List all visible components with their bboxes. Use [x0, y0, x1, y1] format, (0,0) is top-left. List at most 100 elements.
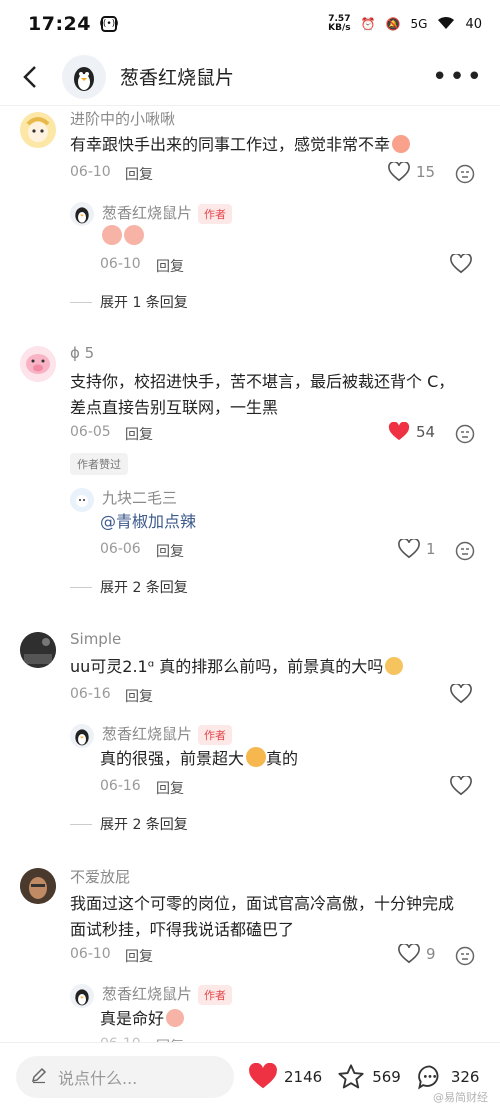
- status-bar: 17:24 ((•)) 7.57 KB/s ⏰ 🔕 5G 40: [0, 0, 500, 48]
- pen-icon: [30, 1066, 48, 1088]
- page-title[interactable]: 葱香红烧鼠片: [120, 63, 234, 90]
- heart-icon: [450, 254, 472, 274]
- mute-icon: 🔕: [385, 17, 401, 31]
- emoji-icon: [392, 135, 411, 153]
- reply-username[interactable]: 九块二毛三: [102, 487, 177, 508]
- like-count: 1: [426, 540, 436, 558]
- status-time: 17:24: [28, 13, 91, 35]
- comment-input-placeholder: 说点什么...: [58, 1069, 138, 1088]
- comments-button[interactable]: 326: [415, 1063, 480, 1091]
- back-icon[interactable]: [16, 63, 44, 91]
- reply-text: 真是命好: [100, 1006, 185, 1032]
- alarm-icon: ⏰: [360, 17, 376, 31]
- header: 葱香红烧鼠片 •••: [0, 48, 500, 106]
- app-notification-icon: ((•)): [99, 16, 119, 32]
- reply-username[interactable]: 葱香红烧鼠片 作者: [102, 202, 233, 224]
- comment-username[interactable]: Simple: [70, 630, 121, 648]
- dislike-icon[interactable]: [455, 541, 475, 561]
- expand-replies-button[interactable]: 展开 2 条回复: [70, 814, 188, 834]
- post-comment-count: 326: [450, 1068, 480, 1086]
- avatar[interactable]: [20, 632, 56, 668]
- comment-username[interactable]: ϕ 5: [70, 344, 94, 362]
- comment-bubble-icon: [417, 1065, 439, 1090]
- emoji-icon: [385, 657, 404, 675]
- post-collect-count: 569: [372, 1068, 401, 1086]
- comment-date: 06-05: [70, 424, 111, 440]
- battery-level: 40: [465, 16, 482, 32]
- heart-filled-icon: [249, 1063, 277, 1089]
- reply-button[interactable]: 回复: [156, 778, 184, 798]
- avatar[interactable]: [70, 724, 94, 748]
- heart-icon: [398, 539, 420, 559]
- comment-text: uu可灵2.1ᵅ 真的排那么前吗，前景真的大吗: [70, 654, 404, 680]
- like-button[interactable]: 1: [398, 539, 436, 559]
- reply-username[interactable]: 葱香红烧鼠片 作者: [102, 723, 233, 745]
- heart-icon: [388, 162, 410, 182]
- watermark: @易简财经: [433, 1091, 488, 1104]
- more-icon[interactable]: •••: [432, 62, 484, 92]
- heart-icon: [450, 776, 472, 796]
- avatar[interactable]: [20, 346, 56, 382]
- collect-button[interactable]: 569: [336, 1063, 401, 1091]
- wifi-icon: [437, 16, 455, 33]
- comment-input[interactable]: 说点什么...: [16, 1056, 234, 1098]
- reply-date: 06-10: [100, 256, 141, 272]
- like-post-button[interactable]: 2146: [248, 1063, 322, 1091]
- like-button[interactable]: [450, 684, 472, 704]
- expand-replies-button[interactable]: 展开 1 条回复: [70, 292, 188, 312]
- like-button[interactable]: [450, 776, 472, 796]
- comment-text: 我面过这个可零的岗位，面试官高冷高傲，十分钟完成 面试秒挂，吓得我说话都磕巴了: [70, 894, 455, 939]
- bottom-bar: 说点什么... 2146 569 326 @易简财经: [0, 1042, 500, 1111]
- star-icon: [338, 1064, 364, 1089]
- reply-username[interactable]: 葱香红烧鼠片 作者: [102, 983, 233, 1005]
- emoji-icon: [102, 225, 122, 245]
- like-count: 15: [416, 163, 436, 181]
- status-icons: 7.57 KB/s ⏰ 🔕 5G 40: [328, 15, 482, 33]
- dislike-icon[interactable]: [455, 424, 475, 444]
- comment-date: 06-16: [70, 686, 111, 702]
- comment-date: 06-10: [70, 164, 111, 180]
- reply-date: 06-16: [100, 778, 141, 794]
- reply-text: 真的很强，前景超大 真的: [100, 747, 299, 768]
- author-tag: 作者: [198, 984, 233, 1005]
- reply-date: 06-06: [100, 541, 141, 557]
- network-speed: 7.57 KB/s: [328, 14, 351, 33]
- heart-icon: [398, 944, 420, 964]
- post-like-count: 2146: [284, 1068, 323, 1086]
- author-tag: 作者: [198, 724, 233, 745]
- avatar[interactable]: [20, 868, 56, 904]
- network-type: 5G: [410, 17, 428, 31]
- like-button[interactable]: 15: [388, 162, 435, 182]
- like-button[interactable]: 9: [398, 944, 436, 964]
- comment-username[interactable]: 进阶中的小啾啾: [70, 108, 175, 129]
- reply-button[interactable]: 回复: [125, 424, 153, 444]
- heart-icon: [450, 684, 472, 704]
- dislike-icon[interactable]: [455, 946, 475, 966]
- like-button[interactable]: [450, 254, 472, 274]
- reply-button[interactable]: 回复: [125, 686, 153, 706]
- emoji-icon: [166, 1009, 185, 1027]
- reply-button[interactable]: 回复: [156, 256, 184, 276]
- reply-button[interactable]: 回复: [156, 541, 184, 561]
- like-count: 9: [426, 945, 436, 963]
- like-count: 54: [416, 423, 436, 441]
- like-button[interactable]: 54: [388, 422, 435, 442]
- comment-username[interactable]: 不爱放屁: [70, 866, 130, 887]
- dislike-icon[interactable]: [455, 164, 475, 184]
- reply-button[interactable]: 回复: [125, 946, 153, 966]
- comment-date: 06-10: [70, 946, 111, 962]
- emoji-icon: [124, 225, 144, 245]
- expand-replies-button[interactable]: 展开 2 条回复: [70, 577, 188, 597]
- avatar[interactable]: [70, 488, 94, 512]
- avatar[interactable]: [20, 112, 56, 148]
- author-liked-badge: 作者赞过: [70, 453, 128, 475]
- avatar[interactable]: [70, 984, 94, 1008]
- reply-emoji: [100, 224, 144, 250]
- avatar[interactable]: [62, 54, 106, 99]
- avatar[interactable]: [70, 202, 94, 226]
- reply-mention-link[interactable]: @青椒加点辣: [100, 509, 196, 535]
- comment-text: 有幸跟快手出来的同事工作过，感觉非常不幸: [70, 132, 411, 158]
- author-tag: 作者: [198, 203, 233, 224]
- comment-text: 支持你，校招进快手，苦不堪言，最后被裁还背个 C， 差点直接告别互联网，一生黑: [70, 372, 455, 417]
- reply-button[interactable]: 回复: [125, 164, 153, 184]
